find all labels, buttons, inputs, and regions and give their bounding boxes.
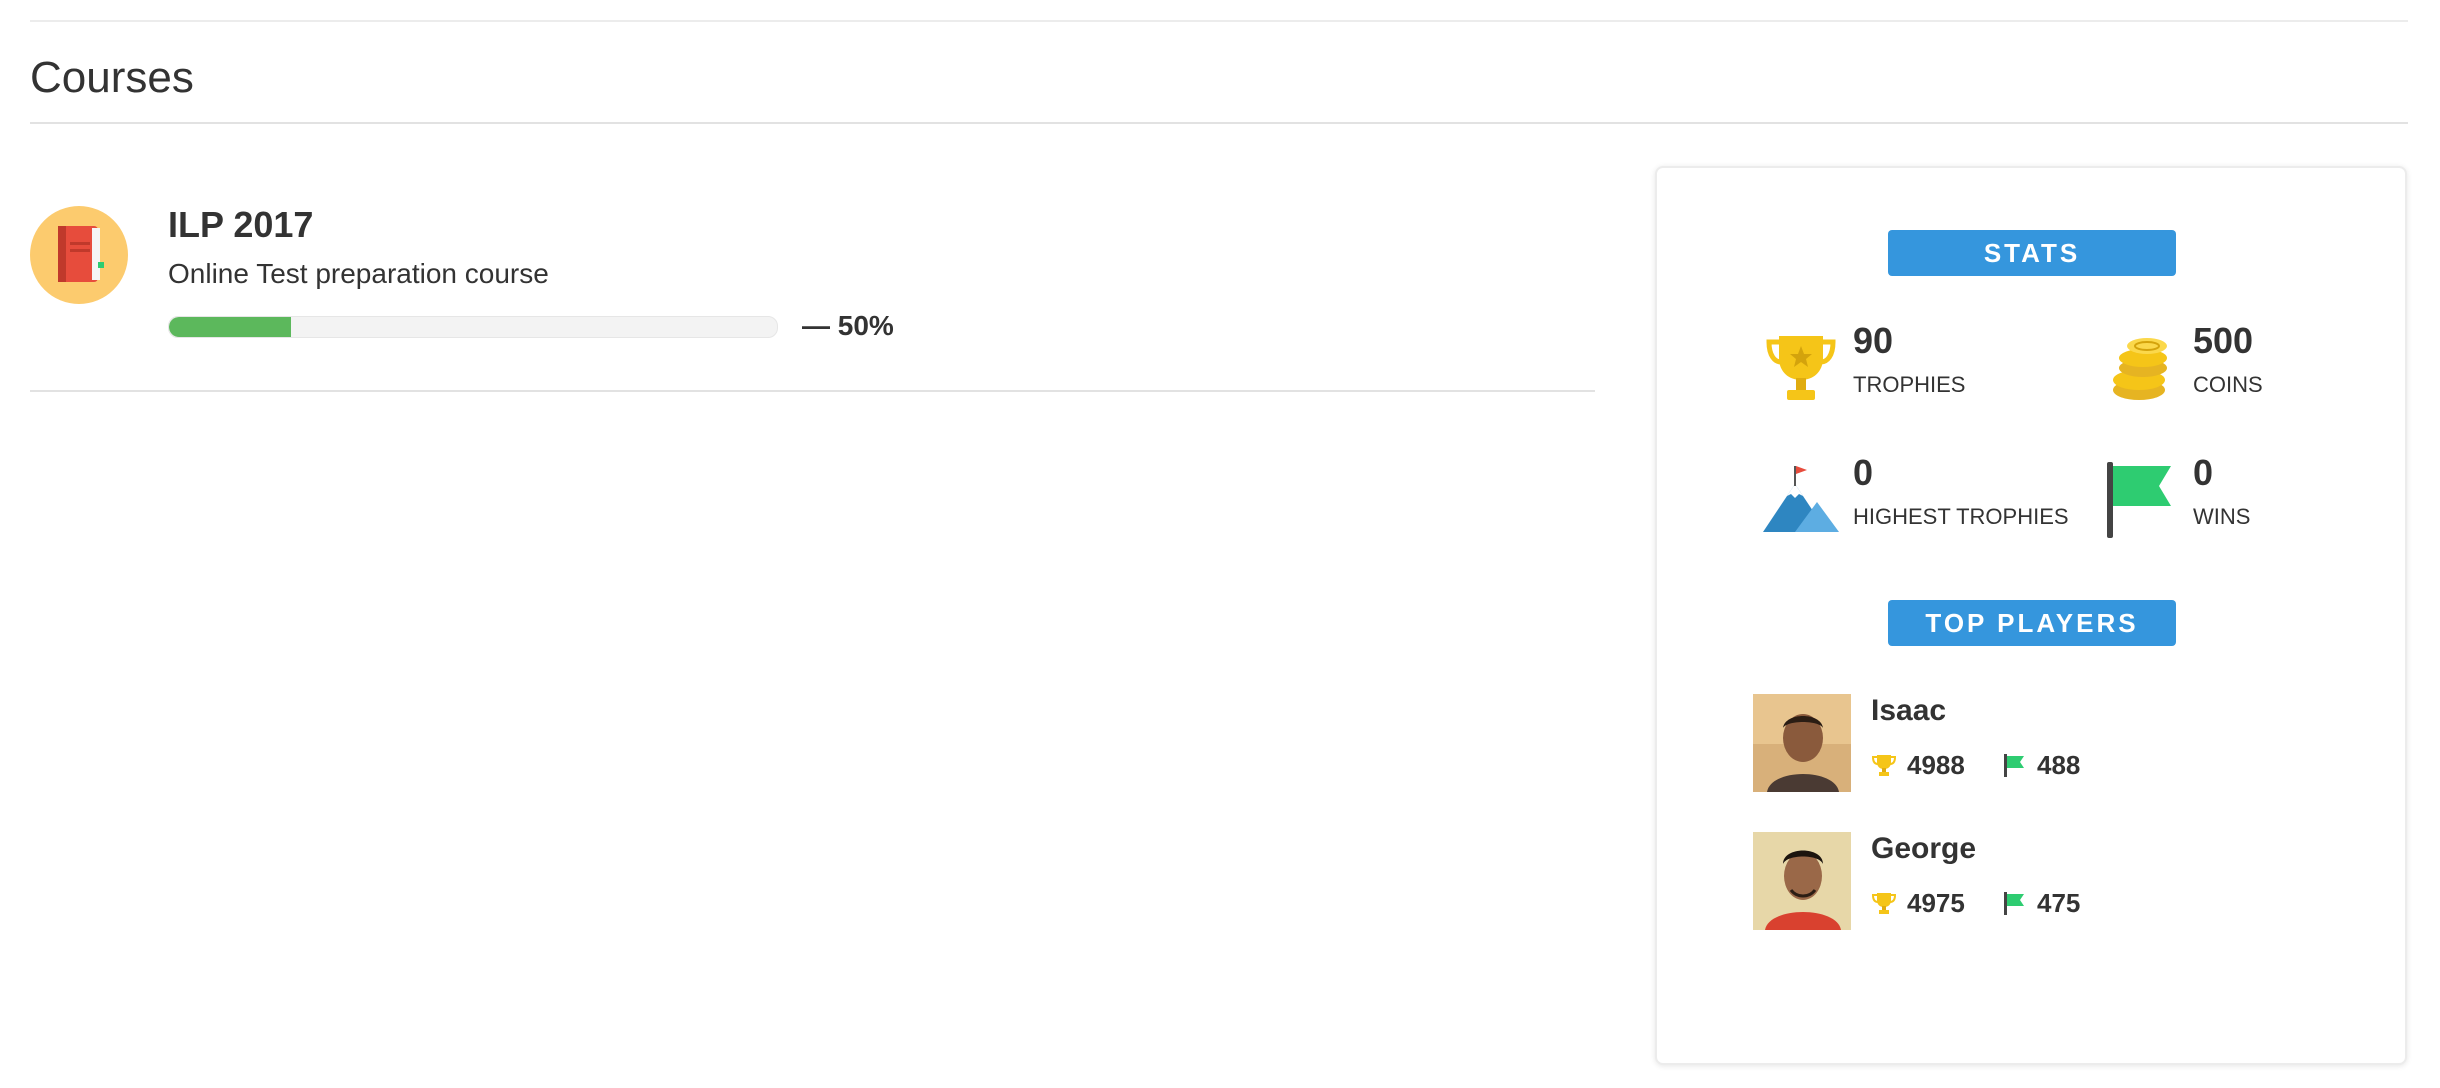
top-players-heading: TOP PLAYERS: [1888, 600, 2176, 646]
course-progress-bar: [168, 316, 778, 338]
course-description: Online Test preparation course: [168, 258, 549, 289]
player-trophies-value: 4988: [1907, 750, 1965, 780]
top-divider: [30, 20, 2408, 22]
wins-value: 0: [2193, 452, 2214, 493]
flag-icon: [2004, 892, 2024, 915]
wins-label: Wins: [2193, 504, 2251, 529]
stat-highest-trophies: 0 Highest Trophies: [1761, 452, 2081, 550]
player-trophies-value: 4975: [1907, 888, 1965, 918]
coins-label: Coins: [2193, 372, 2263, 397]
page-title: Courses: [30, 53, 194, 102]
course-row[interactable]: ILP 2017 Online Test preparation course …: [30, 168, 1595, 392]
trophy-icon: [1871, 755, 1897, 776]
stat-coins: 500 Coins: [2101, 320, 2421, 418]
trophy-icon: [1871, 893, 1897, 914]
player-avatar: [1753, 694, 1851, 792]
title-divider: [30, 122, 2408, 124]
player-wins-value: 475: [2037, 888, 2081, 918]
stats-panel: STATS 90 Trophies 500 Coins: [1655, 166, 2407, 1065]
course-progress-fill: [169, 317, 291, 337]
coins-value: 500: [2193, 320, 2254, 361]
trophy-icon: [1766, 336, 1836, 400]
player-avatar: [1753, 832, 1851, 930]
highest-trophies-value: 0: [1853, 452, 1874, 493]
highest-trophies-label: Highest Trophies: [1853, 504, 2069, 529]
flag-icon: [2004, 754, 2024, 777]
player-name[interactable]: Isaac: [1871, 694, 1946, 728]
stat-wins: 0 Wins: [2101, 452, 2421, 550]
stat-trophies: 90 Trophies: [1761, 320, 2081, 418]
player-wins-value: 488: [2037, 750, 2081, 780]
course-title[interactable]: ILP 2017: [168, 204, 313, 246]
trophies-label: Trophies: [1853, 372, 1966, 397]
course-progress-label: — 50%: [802, 310, 894, 341]
notebook-icon: [30, 206, 128, 304]
stats-heading: STATS: [1888, 230, 2176, 276]
coins-icon: [2113, 338, 2167, 400]
player-name[interactable]: George: [1871, 832, 1976, 866]
top-player-row[interactable]: Isaac 4988 488: [1753, 694, 2313, 794]
top-player-row[interactable]: George 4975 475: [1753, 832, 2313, 932]
trophies-value: 90: [1853, 320, 1894, 361]
mountain-icon: [1763, 466, 1839, 532]
flag-icon: [2107, 462, 2171, 538]
